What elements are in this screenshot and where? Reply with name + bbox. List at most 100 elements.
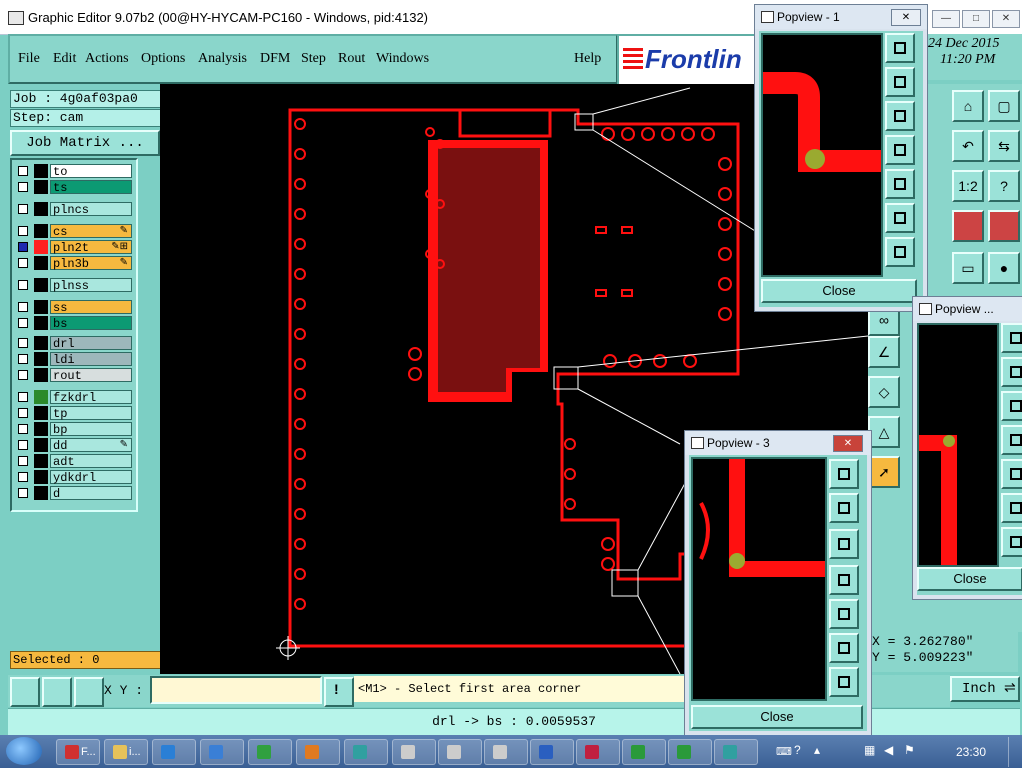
pan-left-icon[interactable] (829, 565, 859, 595)
layer-color-swatch[interactable] (34, 438, 48, 452)
angle-icon[interactable]: ∠ (868, 336, 900, 368)
point-icon[interactable]: ● (988, 252, 1020, 284)
layer-row-drl[interactable]: drl (16, 336, 132, 351)
zoom-out-icon[interactable] (885, 203, 915, 233)
layer-color-swatch[interactable] (34, 202, 48, 216)
fit-view-icon[interactable] (829, 667, 859, 697)
layer-name[interactable]: dd ✎ (50, 438, 132, 453)
layer-row-to[interactable]: to (16, 164, 132, 179)
taskbar-app-10[interactable] (530, 739, 574, 765)
layer-checkbox[interactable] (18, 242, 28, 252)
help-icon[interactable]: ? (794, 743, 801, 757)
layer-color-swatch[interactable] (34, 224, 48, 238)
layer-color-swatch[interactable] (34, 336, 48, 350)
layer-row-plnss[interactable]: plnss (16, 278, 132, 293)
zoom-area-icon[interactable] (10, 677, 40, 707)
layer-row-ldi[interactable]: ldi (16, 352, 132, 367)
layer-checkbox[interactable] (18, 280, 28, 290)
taskbar-app-11[interactable] (576, 739, 620, 765)
menu-windows[interactable]: Windows (376, 51, 429, 67)
menu-edit[interactable]: Edit (53, 51, 76, 67)
layer-name[interactable]: plncs (50, 202, 132, 217)
start-button[interactable] (6, 737, 42, 765)
step-name-field[interactable]: Step: cam (10, 109, 162, 127)
layer-row-bs[interactable]: bs (16, 316, 132, 331)
pan-left-icon[interactable] (1001, 425, 1022, 455)
layer-row-pln3b[interactable]: pln3b ✎ (16, 256, 132, 271)
fit-view-icon[interactable] (885, 237, 915, 267)
pan-down-icon[interactable] (1001, 391, 1022, 421)
fit-view-icon[interactable] (1001, 527, 1022, 557)
layer-name[interactable]: tp (50, 406, 132, 421)
layer-checkbox[interactable] (18, 182, 28, 192)
taskbar-app-13[interactable] (668, 739, 712, 765)
taskbar-app-9[interactable] (484, 739, 528, 765)
units-selector[interactable]: Inch ⇌ (950, 676, 1020, 702)
taskbar-app-6[interactable] (344, 739, 388, 765)
layer-color-swatch[interactable] (34, 240, 48, 254)
pan-up-icon[interactable] (1001, 357, 1022, 387)
layer-name[interactable]: d (50, 486, 132, 501)
menu-options[interactable]: Options (141, 51, 185, 67)
layer-name[interactable]: adt (50, 454, 132, 469)
menu-actions[interactable]: Actions (85, 51, 129, 67)
layer-checkbox[interactable] (18, 472, 28, 482)
layer-checkbox[interactable] (18, 166, 28, 176)
layer-row-plncs[interactable]: plncs (16, 202, 132, 217)
layer-name[interactable]: bs (50, 316, 132, 331)
layer-name[interactable]: ts (50, 180, 132, 195)
zoom-in-icon[interactable] (829, 459, 859, 489)
layer-checkbox[interactable] (18, 488, 28, 498)
layer-row-ss[interactable]: ss (16, 300, 132, 315)
taskbar-app-7[interactable] (392, 739, 436, 765)
layer-row-ydkdrl[interactable]: ydkdrl (16, 470, 132, 485)
job-matrix-button[interactable]: Job Matrix ... (10, 130, 160, 156)
taskbar-clock[interactable]: 23:30 (956, 745, 986, 759)
layer-color-swatch[interactable] (34, 278, 48, 292)
layer-checkbox[interactable] (18, 204, 28, 214)
taskbar-app-0[interactable]: F... (56, 739, 100, 765)
redo-icon[interactable]: ⇆ (988, 130, 1020, 162)
layer-row-bp[interactable]: bp (16, 422, 132, 437)
layer-color-swatch[interactable] (34, 316, 48, 330)
home-icon[interactable]: ⌂ (952, 90, 984, 122)
alert-icon[interactable]: ! (324, 677, 354, 707)
pan-left-icon[interactable] (885, 135, 915, 165)
layer-name[interactable]: cs ✎ (50, 224, 132, 239)
layer-view-icon[interactable] (952, 210, 984, 242)
menu-analysis[interactable]: Analysis (198, 51, 247, 67)
layer-name[interactable]: fzkdrl (50, 390, 132, 405)
layer-name[interactable]: to (50, 164, 132, 179)
layer-row-rout[interactable]: rout (16, 368, 132, 383)
layer-name[interactable]: ss (50, 300, 132, 315)
keyboard-icon[interactable]: ⌨ (776, 745, 792, 758)
layer-checkbox[interactable] (18, 408, 28, 418)
pan-right-icon[interactable] (829, 599, 859, 629)
taskbar-app-3[interactable] (200, 739, 244, 765)
layer-checkbox[interactable] (18, 258, 28, 268)
layer-row-ts[interactable]: ts (16, 180, 132, 195)
layer-row-pln2t[interactable]: pln2t ✎⊞ (16, 240, 132, 255)
zoom-out-icon[interactable] (829, 633, 859, 663)
layer-checkbox[interactable] (18, 302, 28, 312)
taskbar-app-8[interactable] (438, 739, 482, 765)
layer-checkbox[interactable] (18, 440, 28, 450)
zoom-in-icon[interactable] (885, 33, 915, 63)
layer-checkbox[interactable] (18, 338, 28, 348)
xy-input[interactable] (150, 676, 322, 704)
layer-color-swatch[interactable] (34, 180, 48, 194)
pan-down-icon[interactable] (829, 529, 859, 559)
ruler-icon[interactable]: ▭ (952, 252, 984, 284)
popview-2-close-button[interactable]: Close (917, 567, 1022, 591)
layer-row-adt[interactable]: adt (16, 454, 132, 469)
popview-3-close-icon[interactable]: ✕ (833, 435, 863, 452)
menu-help[interactable]: Help (574, 51, 601, 67)
pan-up-icon[interactable] (885, 67, 915, 97)
taskbar-app-14[interactable] (714, 739, 758, 765)
layer-compare-icon[interactable] (988, 210, 1020, 242)
layer-color-swatch[interactable] (34, 406, 48, 420)
layer-name[interactable]: pln2t ✎⊞ (50, 240, 132, 255)
taskbar-app-1[interactable]: i... (104, 739, 148, 765)
minimize-button[interactable]: — (932, 10, 960, 28)
layer-color-swatch[interactable] (34, 422, 48, 436)
